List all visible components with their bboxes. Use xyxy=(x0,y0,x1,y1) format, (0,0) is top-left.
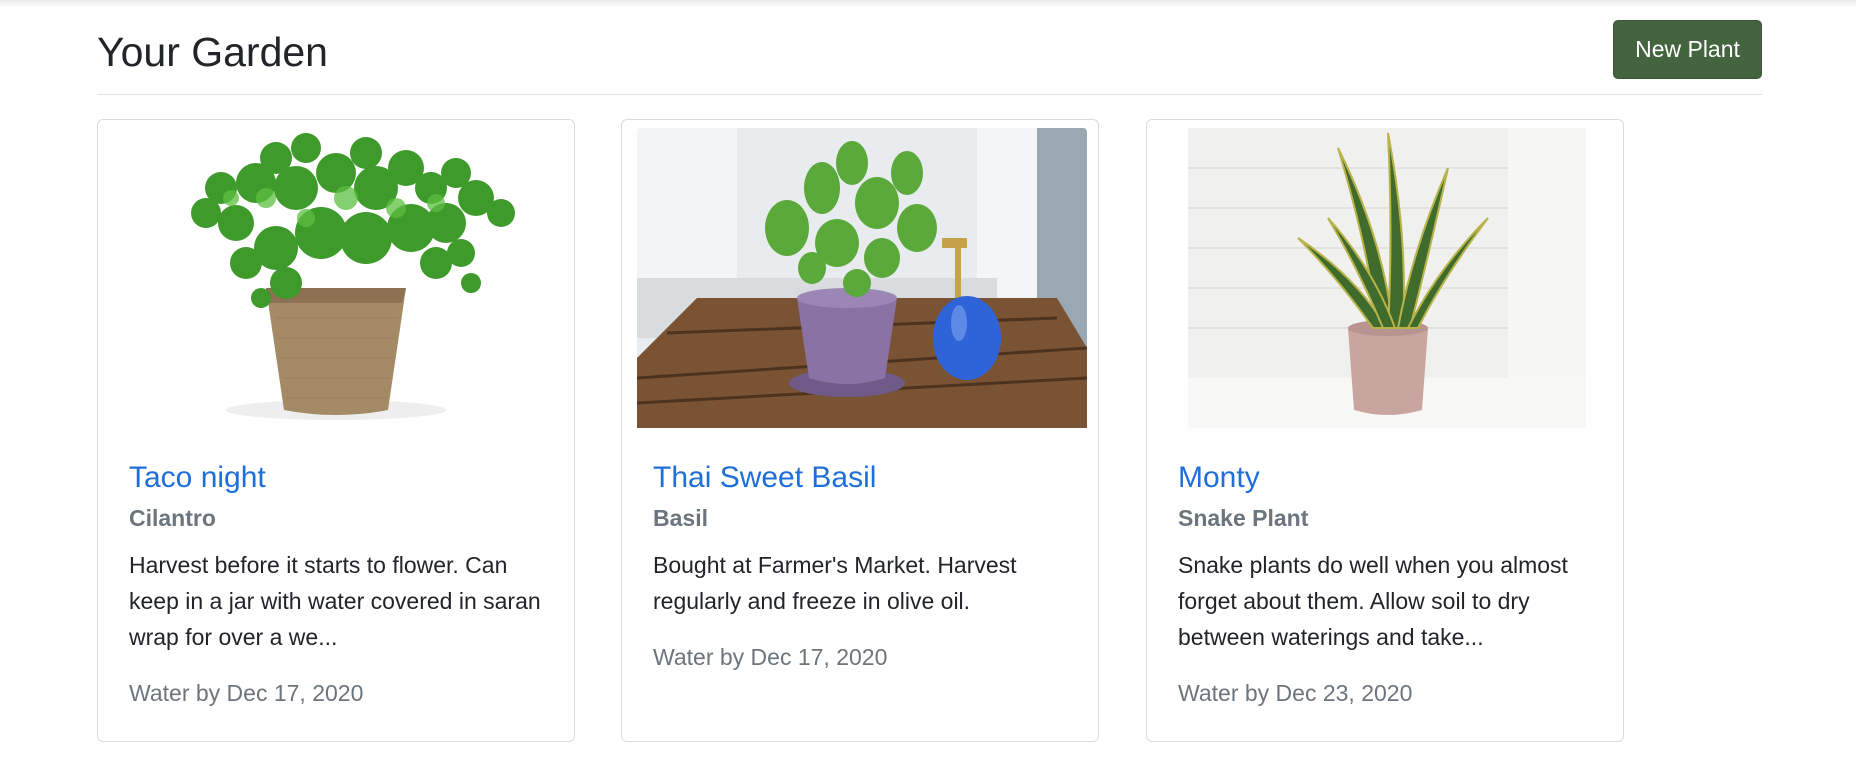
plant-card[interactable]: Taco night Cilantro Harvest before it st… xyxy=(97,119,575,742)
plant-notes: Harvest before it starts to flower. Can … xyxy=(129,552,541,650)
plant-name-link[interactable]: Thai Sweet Basil xyxy=(653,458,876,498)
water-by-date: Water by Dec 17, 2020 xyxy=(653,644,888,670)
plant-image-basil xyxy=(637,128,1087,428)
plant-species: Basil xyxy=(653,505,708,531)
water-by-date: Water by Dec 23, 2020 xyxy=(1178,680,1413,706)
plant-species: Cilantro xyxy=(129,505,216,531)
plant-notes: Bought at Farmer's Market. Harvest regul… xyxy=(653,552,1017,614)
water-by-date: Water by Dec 17, 2020 xyxy=(129,680,364,706)
page-header: Your Garden New Plant xyxy=(97,20,1762,95)
plant-name-link[interactable]: Taco night xyxy=(129,458,266,498)
new-plant-button[interactable]: New Plant xyxy=(1613,20,1762,79)
plant-name-link[interactable]: Monty xyxy=(1178,458,1260,498)
top-shadow xyxy=(0,0,1856,8)
plant-image-snake-plant xyxy=(1188,128,1586,428)
plant-image-cilantro xyxy=(106,128,566,428)
plant-notes: Snake plants do well when you almost for… xyxy=(1178,552,1568,650)
plant-card[interactable]: Thai Sweet Basil Basil Bought at Farmer'… xyxy=(621,119,1099,742)
plant-species: Snake Plant xyxy=(1178,505,1309,531)
plant-card[interactable]: Monty Snake Plant Snake plants do well w… xyxy=(1146,119,1624,742)
page-title: Your Garden xyxy=(97,29,328,75)
